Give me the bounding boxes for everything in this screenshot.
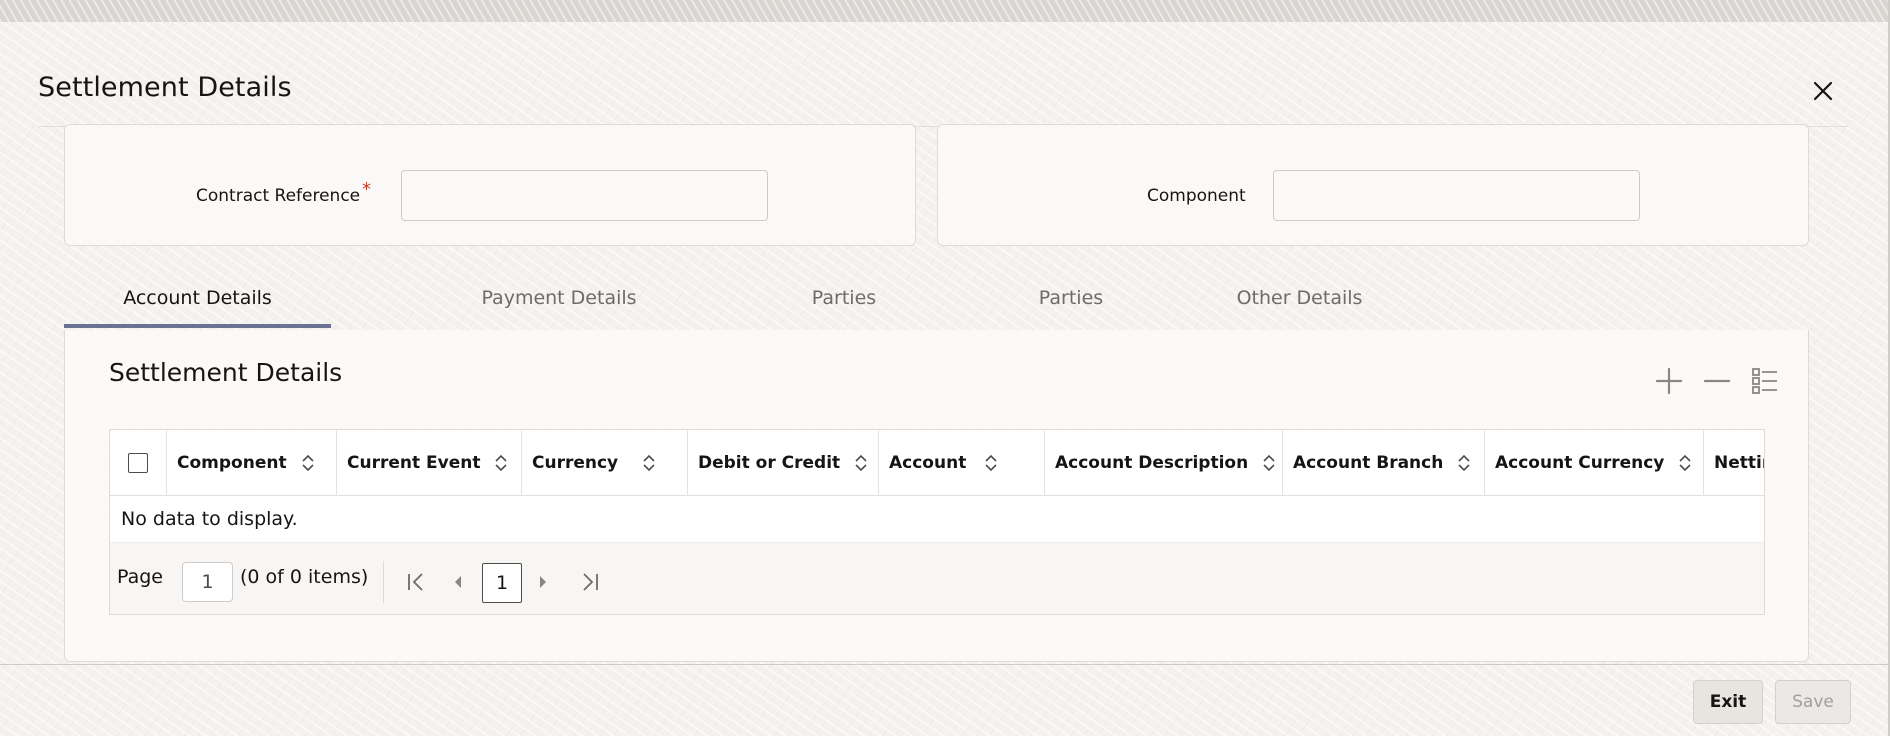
column-header-account[interactable]: Account [879, 430, 1045, 496]
sort-icon[interactable] [1678, 454, 1692, 472]
column-header-label: Current Event [347, 453, 481, 473]
required-indicator: * [362, 179, 371, 200]
column-header-current-event[interactable]: Current Event [337, 430, 522, 496]
contract-reference-input[interactable] [401, 170, 768, 221]
contract-reference-panel: Contract Reference * [64, 124, 916, 246]
dialog-title: Settlement Details [38, 72, 292, 103]
tab-parties-2[interactable]: Parties [971, 268, 1171, 328]
previous-page-button[interactable] [443, 567, 473, 597]
column-header-account-description[interactable]: Account Description [1045, 430, 1283, 496]
select-all-checkbox[interactable] [128, 453, 148, 473]
component-panel: Component [937, 124, 1809, 246]
sort-icon[interactable] [1262, 454, 1276, 472]
remove-icon [1703, 379, 1731, 383]
first-page-button[interactable] [401, 567, 431, 597]
column-header-account-branch[interactable]: Account Branch [1283, 430, 1485, 496]
sort-icon[interactable] [301, 454, 315, 472]
previous-page-icon [455, 576, 461, 588]
column-header-label: Debit or Credit [698, 453, 841, 473]
component-input[interactable] [1273, 170, 1640, 221]
tab-payment-details[interactable]: Payment Details [409, 268, 709, 328]
exit-button[interactable]: Exit [1693, 680, 1763, 724]
page-label: Page [117, 566, 163, 588]
current-page-button[interactable]: 1 [482, 563, 522, 603]
add-row-button[interactable] [1654, 366, 1684, 396]
sort-icon[interactable] [984, 454, 998, 472]
column-header-label: Account Description [1055, 453, 1249, 473]
last-page-button[interactable] [575, 567, 605, 597]
tab-other-details[interactable]: Other Details [1192, 268, 1407, 328]
pagination-bar: Page (0 of 0 items) 1 [110, 543, 1764, 614]
section-title: Settlement Details [109, 358, 343, 387]
component-label: Component [1147, 186, 1246, 206]
column-header-debit-or-credit[interactable]: Debit or Credit [688, 430, 879, 496]
column-list-icon [1752, 368, 1777, 394]
contract-reference-label: Contract Reference [196, 186, 361, 206]
close-icon [1813, 81, 1833, 101]
tab-parties[interactable]: Parties [744, 268, 944, 328]
sort-icon[interactable] [854, 454, 868, 472]
empty-row: No data to display. [110, 496, 1764, 543]
column-header-currency[interactable]: Currency [522, 430, 688, 496]
remove-row-button[interactable] [1702, 366, 1732, 396]
column-header-label: Account Branch [1293, 453, 1444, 473]
save-button[interactable]: Save [1775, 680, 1851, 724]
grid-toolbar [1654, 366, 1780, 396]
add-icon [1655, 367, 1683, 395]
footer-divider [0, 664, 1888, 665]
column-header-label: Nettin [1714, 453, 1764, 473]
sort-icon[interactable] [1457, 454, 1471, 472]
page-number-input[interactable] [182, 562, 233, 602]
next-page-icon [540, 576, 546, 588]
sort-icon[interactable] [642, 454, 656, 472]
column-header-label: Account Currency [1495, 453, 1665, 473]
column-header-netting[interactable]: Nettin [1704, 430, 1764, 496]
column-header-label: Component [177, 453, 287, 473]
close-button[interactable] [1806, 74, 1840, 108]
select-all-cell [110, 430, 167, 496]
no-data-message: No data to display. [121, 508, 298, 530]
tab-account-details[interactable]: Account Details [64, 268, 331, 328]
last-page-icon [583, 573, 598, 591]
settlement-details-grid: Component Current Event Currency Debit o… [109, 429, 1765, 615]
single-record-view-button[interactable] [1750, 366, 1780, 396]
account-details-panel: Settlement Details Component Current Eve… [64, 330, 1809, 662]
grid-header-row: Component Current Event Currency Debit o… [110, 430, 1764, 496]
sort-icon[interactable] [494, 454, 508, 472]
tab-bar: Account Details Payment Details Parties … [64, 268, 1364, 328]
items-count: (0 of 0 items) [240, 566, 369, 588]
background-strip [0, 0, 1890, 22]
next-page-button[interactable] [528, 567, 558, 597]
column-header-account-currency[interactable]: Account Currency [1485, 430, 1704, 496]
column-header-label: Currency [532, 453, 619, 473]
column-header-label: Account [889, 453, 967, 473]
column-header-component[interactable]: Component [167, 430, 337, 496]
pager-divider [383, 561, 384, 603]
first-page-icon [408, 573, 423, 591]
